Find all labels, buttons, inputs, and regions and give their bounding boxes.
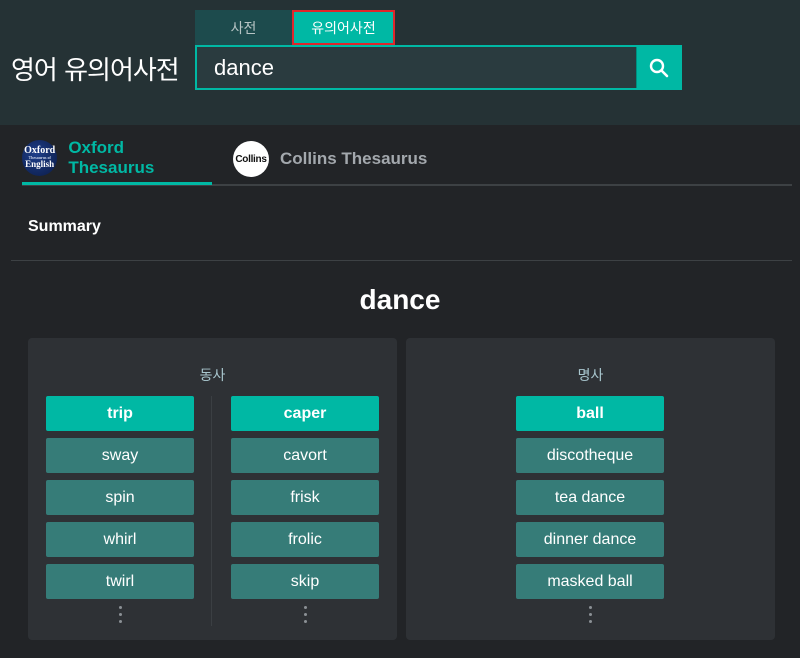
search-icon	[649, 58, 668, 77]
synonym-frolic[interactable]: frolic	[231, 522, 379, 557]
synonym-sway[interactable]: sway	[46, 438, 194, 473]
verb-column-2: caper cavort frisk frolic skip	[231, 396, 379, 623]
column-divider	[211, 396, 212, 626]
noun-column-1: ball discotheque tea dance dinner dance mask…	[516, 396, 664, 623]
collins-tab-label: Collins Thesaurus	[280, 149, 428, 168]
divider	[11, 260, 792, 261]
more-dots-icon[interactable]	[231, 606, 379, 623]
synonym-tea-dance[interactable]: tea dance	[516, 480, 664, 515]
collins-logo-icon: Collins	[233, 141, 269, 177]
pos-label-noun: 명사	[577, 368, 604, 384]
tab-oxford-thesaurus[interactable]: Oxford Thesaurus of English Oxford Thesa…	[22, 133, 212, 185]
headword: dance	[359, 284, 441, 315]
synonym-ball[interactable]: ball	[516, 396, 664, 431]
noun-panel: 명사 ball discotheque tea dance dinner dance m…	[406, 338, 775, 640]
verb-panel: 동사 trip sway spin whirl twirl caper cavort fri…	[28, 338, 397, 640]
tab-collins-thesaurus[interactable]: Collins Collins Thesaurus	[233, 133, 427, 185]
synonym-trip[interactable]: trip	[46, 396, 194, 431]
synonym-cavort[interactable]: cavort	[231, 438, 379, 473]
search-box	[195, 45, 682, 90]
tab-dictionary[interactable]: 사전	[195, 10, 292, 45]
synonym-spin[interactable]: spin	[46, 480, 194, 515]
synonym-caper[interactable]: caper	[231, 396, 379, 431]
verb-column-1: trip sway spin whirl twirl	[46, 396, 194, 623]
app-title: 영어 유의어사전	[11, 56, 180, 86]
tab-thesaurus[interactable]: 유의어사전	[292, 10, 395, 45]
synonym-frisk[interactable]: frisk	[231, 480, 379, 515]
synonym-skip[interactable]: skip	[231, 564, 379, 599]
synonym-whirl[interactable]: whirl	[46, 522, 194, 557]
source-tabs: Oxford Thesaurus of English Oxford Thesa…	[22, 133, 792, 186]
oxford-logo-icon: Oxford Thesaurus of English	[22, 139, 58, 176]
summary-heading: Summary	[28, 218, 101, 235]
search-input[interactable]	[197, 47, 636, 88]
pos-label-verb: 동사	[199, 368, 226, 384]
synonym-masked-ball[interactable]: masked ball	[516, 564, 664, 599]
header: 영어 유의어사전 사전 유의어사전	[0, 0, 800, 125]
oxford-tab-label: Oxford Thesaurus	[68, 137, 155, 177]
search-button[interactable]	[636, 47, 680, 88]
more-dots-icon[interactable]	[516, 606, 664, 623]
synonym-twirl[interactable]: twirl	[46, 564, 194, 599]
synonym-dinner-dance[interactable]: dinner dance	[516, 522, 664, 557]
more-dots-icon[interactable]	[46, 606, 194, 623]
synonym-discotheque[interactable]: discotheque	[516, 438, 664, 473]
